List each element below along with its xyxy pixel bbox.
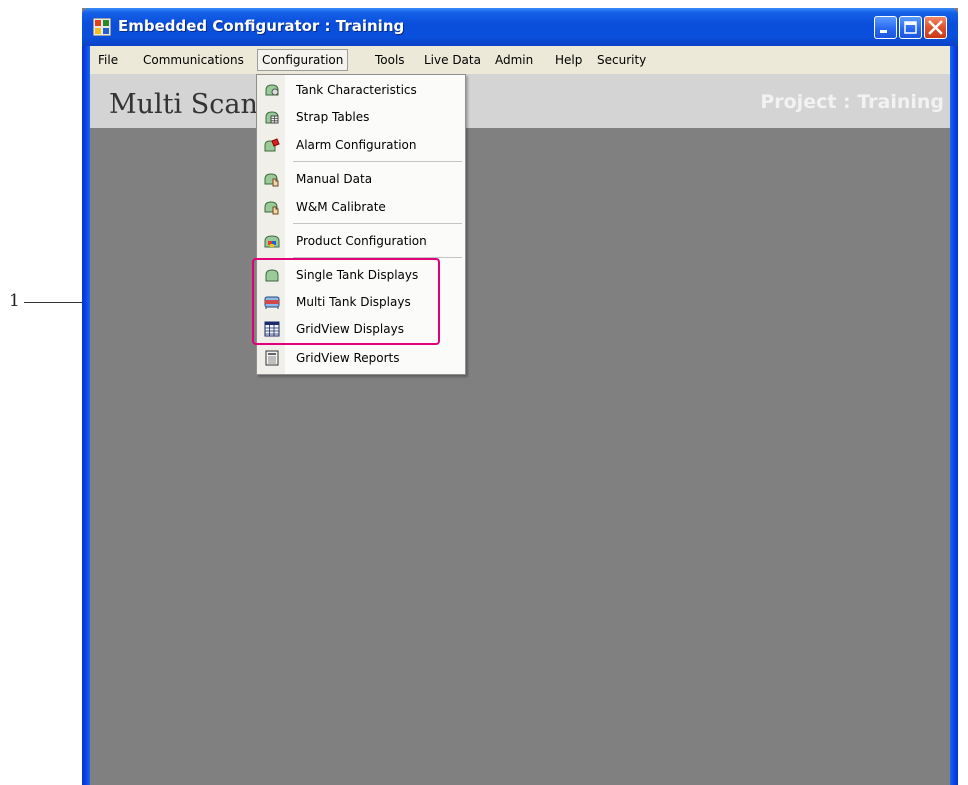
menu-item-label: Strap Tables [296, 110, 370, 124]
menu-item-label: Manual Data [296, 172, 373, 186]
title-bar[interactable]: Embedded Configurator : Training [82, 8, 958, 46]
minimize-button[interactable] [874, 16, 897, 39]
window-title: Embedded Configurator : Training [118, 17, 405, 35]
menu-item-label: Tank Characteristics [296, 83, 417, 97]
menu-bar: File Communications Configuration Tools … [90, 46, 950, 74]
menu-tools[interactable]: Tools [375, 53, 405, 67]
close-button[interactable] [924, 16, 947, 39]
menu-item-manual-data[interactable]: Manual Data [257, 166, 465, 192]
menu-live-data[interactable]: Live Data [424, 53, 481, 67]
menu-separator [293, 161, 462, 162]
minimize-icon [880, 30, 887, 33]
menu-file[interactable]: File [98, 53, 118, 67]
window-frame-right [950, 46, 958, 785]
maximize-icon [904, 21, 917, 34]
menu-configuration[interactable]: Configuration [257, 49, 349, 71]
app-icon [93, 18, 111, 36]
tank-characteristics-icon [265, 84, 279, 96]
strap-tables-icon [265, 111, 279, 124]
menu-item-gridview-reports[interactable]: GridView Reports [257, 345, 465, 371]
callout-highlight-box [252, 258, 440, 345]
manual-data-icon [264, 173, 279, 187]
close-icon [928, 20, 943, 35]
gridview-reports-icon [265, 350, 279, 366]
menu-item-product-configuration[interactable]: Product Configuration [257, 228, 465, 254]
project-label: Project : Training [760, 91, 944, 113]
menu-item-label: Alarm Configuration [296, 138, 417, 152]
menu-item-label: GridView Reports [296, 351, 400, 365]
menu-admin[interactable]: Admin [495, 53, 533, 67]
menu-communications[interactable]: Communications [143, 53, 244, 67]
menu-help[interactable]: Help [555, 53, 582, 67]
menu-item-strap-tables[interactable]: Strap Tables [257, 104, 465, 130]
maximize-button[interactable] [899, 16, 922, 39]
menu-item-alarm-configuration[interactable]: Alarm Configuration [257, 132, 465, 158]
menu-item-tank-characteristics[interactable]: Tank Characteristics [257, 77, 465, 103]
app-window: Embedded Configurator : Training File Co… [82, 8, 958, 785]
app-name-title: Multi Scan [109, 89, 258, 120]
window-frame-left [82, 46, 90, 785]
menu-security[interactable]: Security [597, 53, 646, 67]
header-band: Multi Scan Project : Training [90, 74, 950, 128]
menu-item-wm-calibrate[interactable]: W&M Calibrate [257, 194, 465, 220]
menu-separator [293, 223, 462, 224]
menu-item-label: Product Configuration [296, 234, 427, 248]
wm-calibrate-icon [264, 201, 279, 215]
menu-item-label: W&M Calibrate [296, 200, 386, 214]
product-configuration-icon [264, 235, 280, 248]
alarm-configuration-icon [264, 138, 280, 152]
callout-number: 1 [9, 291, 20, 311]
